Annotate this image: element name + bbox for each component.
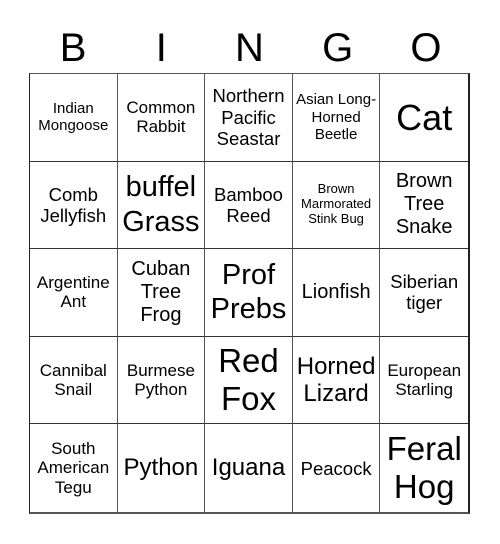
header-letter-n: N: [235, 26, 264, 70]
bingo-cell[interactable]: Common Rabbit: [117, 74, 206, 162]
header-letter-i: I: [155, 26, 167, 70]
bingo-cell[interactable]: Horned Lizard: [292, 336, 381, 425]
bingo-header: B I N G O: [29, 22, 470, 74]
bingo-cell[interactable]: Argentine Ant: [30, 249, 118, 337]
bingo-cell[interactable]: Peacock: [293, 424, 381, 512]
header-letter-o: O: [410, 26, 442, 70]
bingo-cell[interactable]: European Starling: [380, 337, 468, 425]
bingo-cell[interactable]: Cat: [380, 74, 468, 162]
bingo-grid: Indian Mongoose Common Rabbit Northern P…: [29, 73, 470, 514]
bingo-cell[interactable]: Cuban Tree Frog: [117, 249, 206, 337]
header-letter-b: B: [59, 26, 87, 70]
bingo-cell[interactable]: Brown Tree Snake: [380, 162, 468, 250]
bingo-cell[interactable]: Siberian tiger: [380, 249, 468, 337]
bingo-cell[interactable]: Iguana: [205, 424, 293, 512]
bingo-cell[interactable]: Asian Long-Horned Beetle: [292, 74, 381, 162]
bingo-cell[interactable]: Indian Mongoose: [30, 74, 118, 162]
bingo-cell[interactable]: Prof Prebs: [205, 249, 293, 337]
bingo-cell[interactable]: buffel Grass: [117, 161, 206, 250]
bingo-cell[interactable]: Python: [118, 424, 206, 512]
bingo-cell[interactable]: Lionfish: [292, 249, 381, 337]
bingo-cell[interactable]: Bamboo Reed: [205, 161, 293, 250]
bingo-cell[interactable]: Feral Hog: [380, 424, 468, 512]
bingo-cell[interactable]: Northern Pacific Seastar: [205, 74, 293, 162]
bingo-cell[interactable]: Brown Marmorated Stink Bug: [292, 161, 381, 250]
bingo-cell[interactable]: Cannibal Snail: [30, 336, 118, 425]
bingo-cell[interactable]: Red Fox: [205, 336, 293, 425]
bingo-cell[interactable]: Comb Jellyfish: [30, 161, 118, 250]
bingo-cell[interactable]: South American Tegu: [30, 424, 118, 512]
bingo-cell[interactable]: Burmese Python: [117, 336, 206, 425]
header-letter-g: G: [322, 26, 354, 70]
